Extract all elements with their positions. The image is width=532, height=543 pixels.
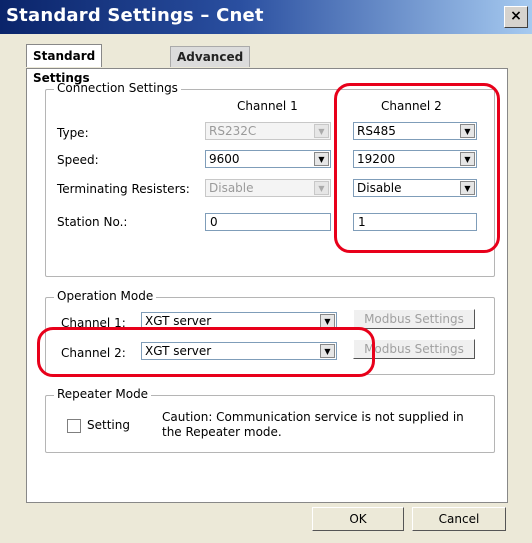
channel1-speed-select[interactable]: 9600 ▼ — [205, 150, 331, 168]
repeater-caution-line1: Caution: Communication service is not su… — [162, 410, 464, 424]
type-label: Type: — [57, 126, 89, 140]
speed-label: Speed: — [57, 153, 99, 167]
tab-advanced-settings[interactable]: Advanced Settings — [170, 46, 251, 84]
repeater-caution-line2: the Repeater mode. — [162, 425, 282, 439]
cancel-button[interactable]: Cancel — [412, 507, 506, 531]
channel1-type-select: RS232C ▼ — [205, 122, 331, 140]
repeater-mode-title: Repeater Mode — [54, 387, 152, 401]
tab-panel: Connection Settings Channel 1 Channel 2 … — [26, 68, 508, 503]
close-button[interactable]: × — [504, 6, 528, 28]
terminating-label: Terminating Resisters: — [57, 182, 190, 196]
modbus-settings-button-1: Modbus Settings — [353, 309, 475, 329]
ok-button[interactable]: OK — [312, 507, 404, 531]
operation-mode-title: Operation Mode — [54, 289, 157, 303]
chevron-down-icon: ▼ — [314, 181, 329, 195]
chevron-down-icon[interactable]: ▼ — [320, 314, 335, 328]
highlight-channel2-settings — [334, 83, 500, 253]
repeater-setting-label[interactable]: Setting — [87, 418, 130, 432]
tab-standard-settings[interactable]: Standard Settings — [26, 44, 103, 85]
repeater-setting-checkbox[interactable] — [67, 419, 81, 433]
chevron-down-icon: ▼ — [314, 124, 329, 138]
chevron-down-icon[interactable]: ▼ — [314, 152, 329, 166]
channel1-station-input[interactable]: 0 — [205, 213, 331, 231]
window-title: Standard Settings – Cnet — [6, 5, 264, 26]
station-label: Station No.: — [57, 215, 128, 229]
dialog-window: Standard Settings – Cnet × Standard Sett… — [0, 0, 532, 543]
title-bar[interactable]: Standard Settings – Cnet × — [0, 0, 532, 34]
highlight-channel2-operation — [37, 327, 375, 377]
channel1-terminating-select: Disable ▼ — [205, 179, 331, 197]
channel1-header: Channel 1 — [237, 99, 298, 113]
